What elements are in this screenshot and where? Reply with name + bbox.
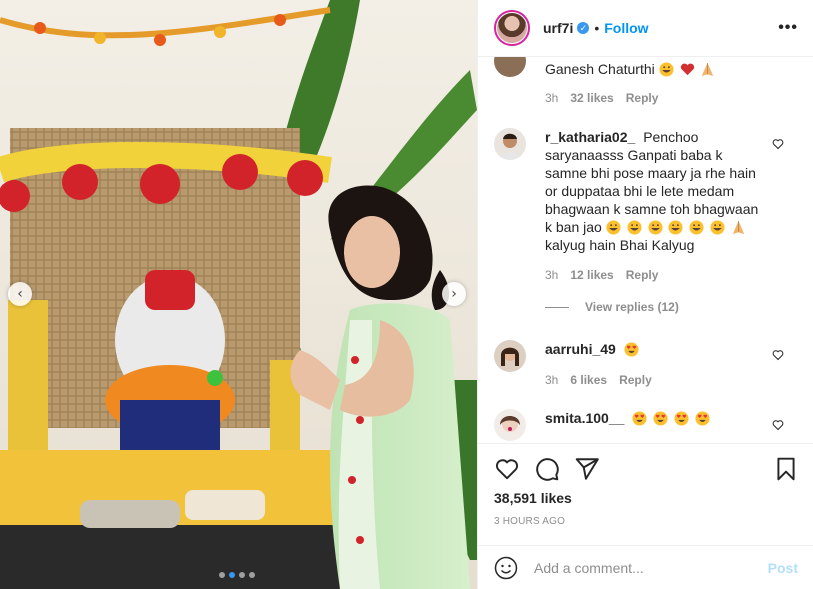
comment-likes[interactable]: 32 likes xyxy=(570,91,613,105)
comment-text: smita.100__ xyxy=(545,409,767,427)
commenter-avatar[interactable] xyxy=(494,340,526,372)
more-icon[interactable]: ••• xyxy=(778,19,798,37)
author-username[interactable]: urf7i xyxy=(543,20,573,36)
chevron-left-icon: ‹ xyxy=(17,286,23,302)
pray-emoji xyxy=(702,62,714,77)
carousel-prev-button[interactable]: ‹ xyxy=(8,282,32,306)
reply-button[interactable]: Reply xyxy=(619,373,652,387)
comment-meta: 3h 32 likes Reply xyxy=(545,91,658,105)
commenter-username[interactable]: aarruhi_49 xyxy=(545,341,616,357)
bookmark-icon[interactable] xyxy=(773,456,799,482)
grin-emoji xyxy=(689,220,704,235)
author-avatar[interactable] xyxy=(494,10,530,46)
grin-emoji xyxy=(606,220,621,235)
heart-emoji xyxy=(680,63,694,76)
grin-emoji xyxy=(627,220,642,235)
pray-emoji xyxy=(732,220,745,235)
reply-button[interactable]: Reply xyxy=(626,91,659,105)
heart-eyes-emoji xyxy=(674,411,689,426)
separator-dot: • xyxy=(594,20,600,36)
comment-text: aarruhi_49 xyxy=(545,340,767,358)
post-actions: 38,591 likes 3 HOURS AGO xyxy=(478,443,813,547)
share-icon[interactable] xyxy=(574,456,600,482)
comment-list[interactable]: Ganesh Chaturthi 3h 32 likes Reply r_kat… xyxy=(478,57,813,443)
comment-meta: 3h 6 likes Reply xyxy=(545,373,652,387)
comment-input[interactable] xyxy=(534,559,754,576)
post-comment-button[interactable]: Post xyxy=(768,560,798,576)
grin-emoji xyxy=(659,62,674,77)
post-image xyxy=(0,0,477,589)
comment-text: Ganesh Chaturthi xyxy=(545,60,767,78)
divider-line xyxy=(545,306,569,308)
comment-time: 3h xyxy=(545,91,559,105)
verified-icon: ✓ xyxy=(577,22,590,34)
grin-emoji xyxy=(710,220,725,235)
like-comment-heart-icon[interactable] xyxy=(772,419,784,431)
heart-eyes-emoji xyxy=(624,342,639,357)
comment-text: r_katharia02_ Penchoo saryanaasss Ganpat… xyxy=(545,128,767,254)
commenter-avatar[interactable] xyxy=(494,409,526,441)
heart-icon[interactable] xyxy=(494,456,520,482)
like-comment-heart-icon[interactable] xyxy=(772,349,784,361)
carousel-next-button[interactable]: › xyxy=(442,282,466,306)
carousel-dot xyxy=(239,572,245,578)
carousel-indicator xyxy=(219,572,255,578)
post-side-panel: urf7i ✓ • Follow ••• Ganesh Chaturthi 3h… xyxy=(477,0,813,589)
commenter-username[interactable]: r_katharia02_ xyxy=(545,129,635,145)
comment-time: 3h xyxy=(545,268,559,282)
comment-meta: 3h 12 likes Reply xyxy=(545,268,658,282)
heart-eyes-emoji xyxy=(695,411,710,426)
grin-emoji xyxy=(668,220,683,235)
follow-button[interactable]: Follow xyxy=(604,20,648,36)
commenter-avatar[interactable] xyxy=(494,57,526,77)
heart-eyes-emoji xyxy=(632,411,647,426)
carousel-dot xyxy=(219,572,225,578)
add-comment-bar: Post xyxy=(478,545,813,589)
comment-time: 3h xyxy=(545,373,559,387)
post-header: urf7i ✓ • Follow ••• xyxy=(478,0,813,57)
like-comment-heart-icon[interactable] xyxy=(772,138,784,150)
comment-body: Ganesh Chaturthi xyxy=(545,61,655,77)
view-replies-label: View replies (12) xyxy=(585,300,679,314)
commenter-avatar[interactable] xyxy=(494,128,526,160)
view-replies-button[interactable]: View replies (12) xyxy=(545,300,679,314)
commenter-username[interactable]: smita.100__ xyxy=(545,410,624,426)
reply-button[interactable]: Reply xyxy=(626,268,659,282)
grin-emoji xyxy=(647,220,663,235)
avatar-image xyxy=(497,13,527,43)
likes-count[interactable]: 38,591 likes xyxy=(494,490,572,506)
carousel-dot-active xyxy=(229,572,235,578)
chevron-right-icon: › xyxy=(451,286,457,302)
heart-eyes-emoji xyxy=(653,411,668,426)
comment-icon[interactable] xyxy=(534,456,560,482)
comment-likes[interactable]: 6 likes xyxy=(570,373,607,387)
post-timestamp[interactable]: 3 HOURS AGO xyxy=(494,516,565,527)
carousel-dot xyxy=(249,572,255,578)
smiley-icon[interactable] xyxy=(494,556,518,580)
post-photo[interactable]: ‹ › xyxy=(0,0,477,589)
comment-likes[interactable]: 12 likes xyxy=(570,268,613,282)
comment-body-tail: kalyug hain Bhai Kalyug xyxy=(545,237,695,253)
